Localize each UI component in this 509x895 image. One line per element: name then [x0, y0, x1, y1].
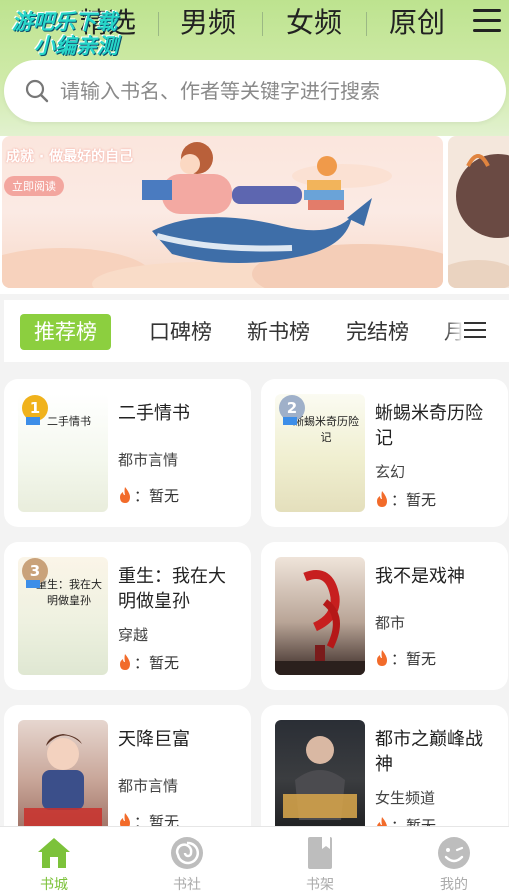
book-category: 玄幻 [375, 463, 406, 481]
bottom-tab-label: 书架 [306, 877, 334, 893]
bottom-tab-mine[interactable]: 我的 [414, 827, 494, 895]
bottom-nav: 书城 书社 书架 我的 [0, 826, 509, 895]
book-title: 二手情书 [118, 403, 190, 424]
nav-divider [262, 12, 263, 36]
hamburger-menu-icon[interactable] [473, 9, 503, 39]
flame-icon [377, 491, 387, 507]
search-bar[interactable] [4, 60, 506, 122]
book-heat: ：暂无 [118, 652, 179, 673]
bookmark-book-icon [308, 837, 332, 869]
book-cover [18, 720, 108, 838]
bottom-tab-label: 书城 [40, 877, 68, 893]
rank-tabs: 推荐榜 口碑榜 新书榜 完结榜 月 [4, 300, 509, 362]
cover-title: 重生：我在大明做皇孙 [36, 578, 102, 607]
tabs-menu-icon[interactable] [464, 322, 488, 342]
nav-divider [366, 12, 367, 36]
book-card[interactable]: 我不是戏神 都市 ：暂无 [261, 542, 508, 690]
book-title: 蜥蜴米奇历险记 [375, 403, 483, 449]
heat-value: ：暂无 [391, 491, 437, 509]
bottom-tab-community[interactable]: 书社 [147, 827, 227, 895]
book-heat: ：暂无 [375, 648, 436, 669]
bottom-tab-bookshelf[interactable]: 书架 [280, 827, 360, 895]
watermark-line1: 游吧乐下载 [12, 10, 117, 34]
heat-value: ：暂无 [391, 650, 437, 668]
book-category: 女生频道 [375, 789, 436, 807]
book-heat: ：暂无 [118, 485, 179, 506]
banner-carousel[interactable]: 成就 · 做最好的自己 立即阅读 [0, 136, 509, 294]
book-title: 我不是戏神 [375, 566, 465, 587]
banner-slogan: 成就 · 做最好的自己 [6, 149, 134, 165]
nav-tab-original[interactable]: 原创 [389, 4, 445, 42]
book-cover [275, 557, 365, 675]
book-title: 重生：我在大明做皇孙 [118, 566, 226, 612]
heat-value: ：暂无 [134, 654, 180, 672]
cover-art [275, 570, 365, 675]
book-category: 穿越 [118, 626, 149, 644]
smiley-face-icon [438, 837, 470, 869]
watermark-line2: 小编亲测 [34, 34, 118, 58]
book-category: 都市言情 [118, 777, 179, 795]
book-category: 都市言情 [118, 451, 179, 469]
banner-next-slide[interactable] [448, 136, 509, 288]
bottom-tab-bookstore[interactable]: 书城 [14, 827, 94, 895]
tab-reputation[interactable]: 口碑榜 [149, 314, 212, 350]
book-title: 都市之巅峰战神 [375, 729, 483, 775]
book-card[interactable]: 蜥蜴米奇历险记 2 蜥蜴米奇历险记 玄幻 ：暂无 [261, 379, 508, 527]
book-cover [275, 720, 365, 838]
search-input[interactable] [60, 76, 480, 106]
book-category: 都市 [375, 614, 406, 632]
tab-new-books[interactable]: 新书榜 [247, 314, 310, 350]
header: 精选 男频 女频 原创 游吧乐下载 小编亲测 [0, 0, 509, 140]
home-icon [38, 838, 70, 868]
book-card[interactable]: 二手情书 1 二手情书 都市言情 ：暂无 [4, 379, 251, 527]
cover-title: 蜥蜴米奇历险记 [293, 415, 359, 444]
spiral-icon [171, 837, 203, 869]
heat-value: ：暂无 [134, 487, 180, 505]
nav-tab-female[interactable]: 女频 [286, 4, 342, 42]
flame-icon [120, 654, 130, 670]
ribbon-icon [26, 417, 40, 425]
bottom-tab-label: 我的 [440, 877, 468, 893]
banner-side-illustration [448, 154, 509, 288]
book-heat: ：暂无 [375, 489, 436, 510]
nav-divider [158, 12, 159, 36]
flame-icon [377, 650, 387, 666]
bottom-tab-label: 书社 [173, 877, 201, 893]
tab-completed[interactable]: 完结榜 [346, 314, 409, 350]
search-icon [25, 79, 49, 103]
book-title: 天降巨富 [118, 729, 190, 750]
book-card[interactable]: 重生：我在大明做皇孙 3 重生：我在大明做皇孙 穿越 ：暂无 [4, 542, 251, 690]
cover-art [283, 736, 357, 820]
ribbon-icon [283, 417, 297, 425]
nav-tab-male[interactable]: 男频 [180, 4, 236, 42]
ribbon-icon [26, 580, 40, 588]
banner-read-button[interactable]: 立即阅读 [4, 176, 64, 196]
tab-recommend[interactable]: 推荐榜 [20, 314, 111, 350]
watermark: 游吧乐下载 小编亲测 [12, 10, 118, 58]
cover-art [24, 734, 102, 830]
banner-slide[interactable]: 成就 · 做最好的自己 立即阅读 [2, 136, 443, 288]
flame-icon [120, 487, 130, 503]
